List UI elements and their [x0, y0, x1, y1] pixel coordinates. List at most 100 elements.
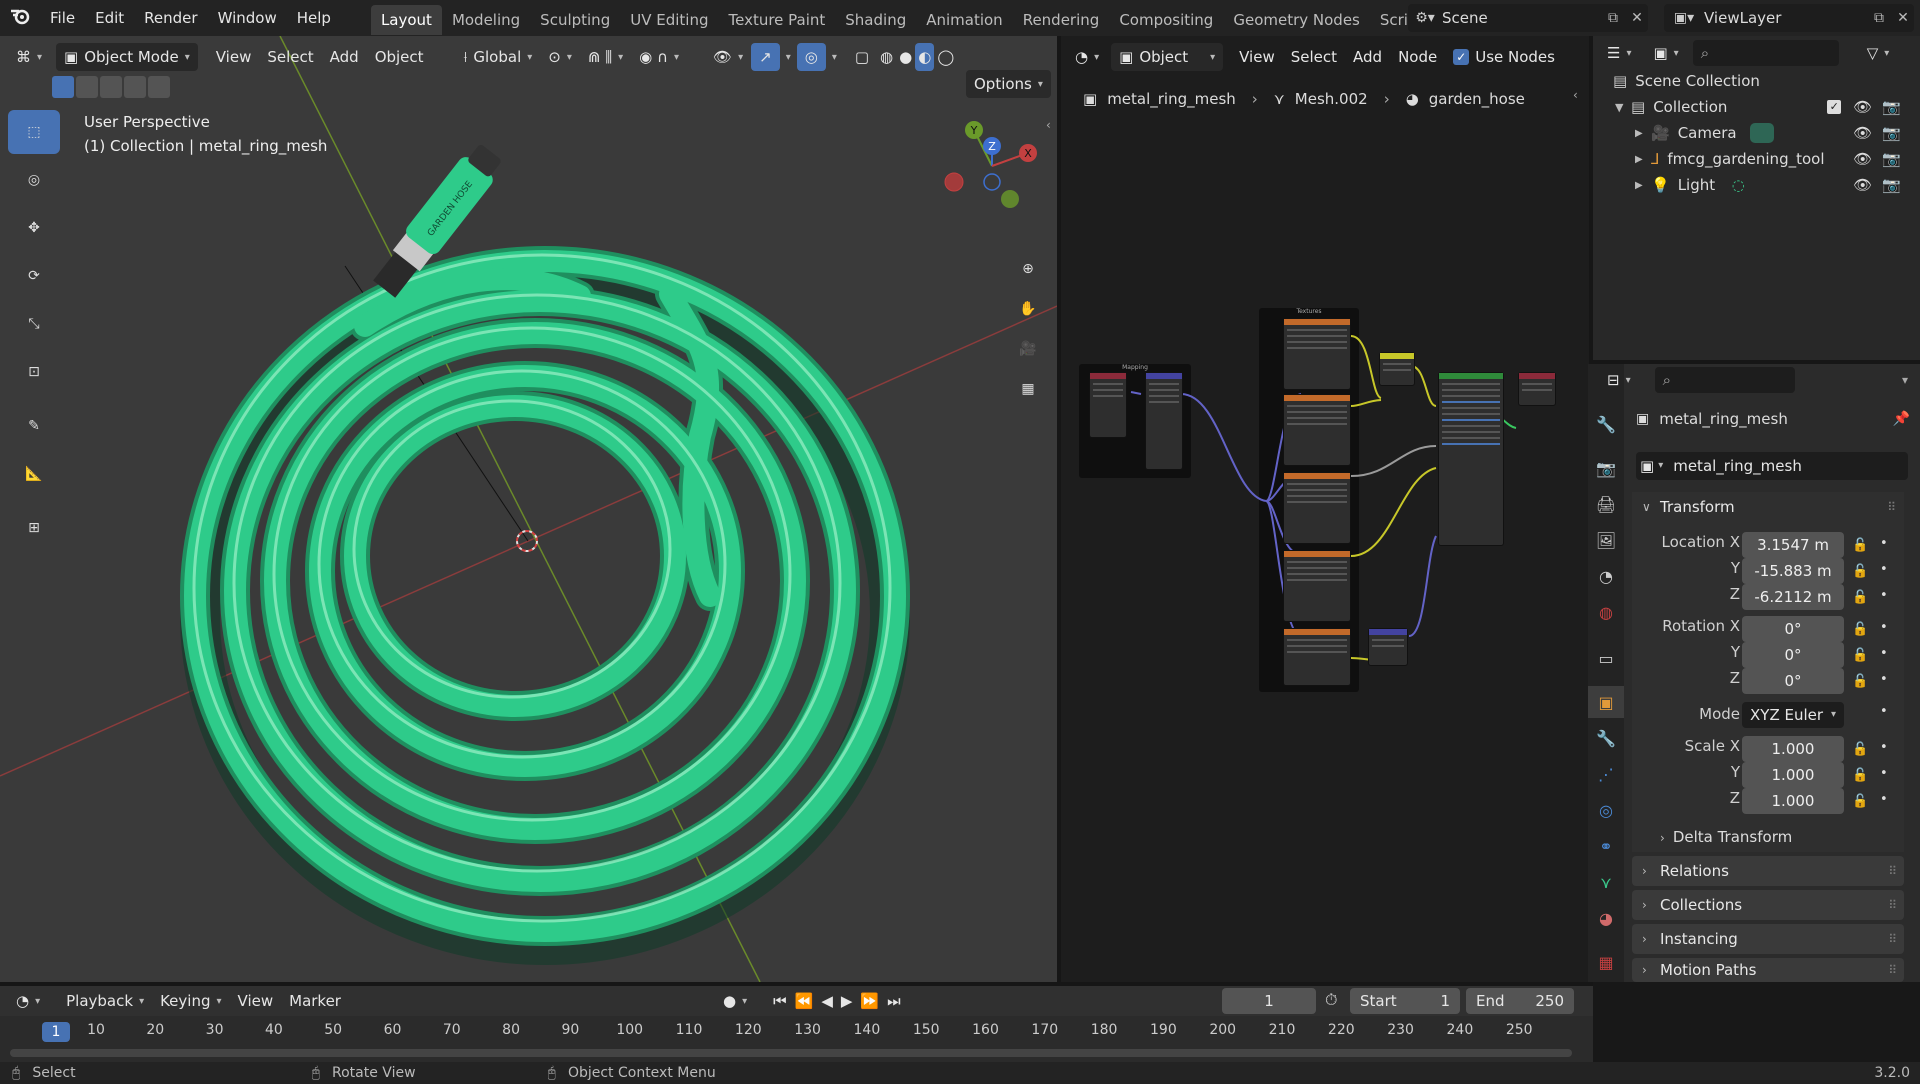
next-keyframe-icon[interactable]: ⏩	[856, 987, 883, 1015]
scale-y-field[interactable]: 1.000	[1742, 762, 1844, 788]
shading-wireframe-icon[interactable]: ◍	[877, 43, 896, 71]
annotate-tool-icon[interactable]: ✎	[8, 404, 60, 448]
expand-closed-icon[interactable]: ▶	[1635, 154, 1651, 165]
tab-shading[interactable]: Shading	[835, 5, 916, 35]
proportional-edit-icon[interactable]: ◉ ∩ ▾	[631, 43, 687, 71]
cursor-tool-icon[interactable]: ◎	[8, 158, 60, 202]
menu-help[interactable]: Help	[287, 0, 341, 36]
properties-editor-type-icon[interactable]: ⊟ ▾	[1599, 366, 1639, 394]
visibility-icon[interactable]: 👁 ▾	[705, 43, 751, 71]
tab-uv-editing[interactable]: UV Editing	[620, 5, 718, 35]
particles-tab-icon[interactable]: ⋰	[1588, 758, 1624, 790]
keyframe-dot-icon[interactable]: •	[1880, 740, 1888, 755]
jump-end-icon[interactable]: ⏭	[883, 987, 905, 1015]
close-view-layer-icon[interactable]: ✕	[1892, 10, 1914, 26]
select-box-tool-icon[interactable]: ⬚	[8, 110, 60, 154]
viewport-menu-add[interactable]: Add	[322, 43, 367, 71]
world-tab-icon[interactable]: ◍	[1588, 596, 1624, 628]
outliner-collection[interactable]: ▼ ▤ Collection ✓ 👁 📷	[1593, 94, 1913, 120]
drag-grip-icon[interactable]: ⠿	[1888, 890, 1897, 920]
sidebar-toggle-icon[interactable]: ‹	[1046, 118, 1051, 132]
tab-texture-paint[interactable]: Texture Paint	[718, 5, 835, 35]
node-mapping[interactable]	[1145, 372, 1183, 470]
selection-mode-buttons[interactable]	[52, 76, 170, 98]
tab-modeling[interactable]: Modeling	[442, 5, 530, 35]
outliner-item-light[interactable]: ▶ 💡 Light ◌ 👁 📷	[1593, 172, 1913, 198]
scale-z-field[interactable]: 1.000	[1742, 788, 1844, 814]
mode-dropdown[interactable]: ▣ Object Mode ▾	[56, 43, 198, 71]
physics-tab-icon[interactable]: ◎	[1588, 794, 1624, 826]
transform-panel-header[interactable]: ∨ Transform ⠿	[1632, 492, 1904, 522]
display-mode-icon[interactable]: ▣ ▾	[1645, 39, 1686, 67]
collections-panel-header[interactable]: › Collections ⠿	[1632, 890, 1904, 920]
scale-tool-icon[interactable]: ⤡	[8, 302, 60, 346]
transform-orientation-dropdown[interactable]: ⟊ Global ▾	[456, 43, 541, 71]
play-reverse-icon[interactable]: ◀	[817, 987, 837, 1015]
camera-render-icon[interactable]: 📷	[1882, 98, 1901, 116]
lock-icon[interactable]: 🔓	[1852, 648, 1868, 663]
menu-edit[interactable]: Edit	[85, 0, 134, 36]
camera-render-icon[interactable]: 📷	[1882, 150, 1901, 168]
add-cube-tool-icon[interactable]: ⊞	[8, 506, 60, 550]
navigation-gizmo[interactable]: Y Z X	[940, 116, 1040, 226]
properties-search-input[interactable]: ⌕	[1654, 367, 1795, 393]
snap-icon[interactable]: ⋒ ⫼ ▾	[580, 43, 631, 71]
camera-render-icon[interactable]: 📷	[1882, 176, 1901, 194]
rotate-tool-icon[interactable]: ⟳	[8, 254, 60, 298]
viewport-menu-object[interactable]: Object	[367, 43, 432, 71]
zoom-icon[interactable]: ⊕	[1010, 251, 1046, 287]
filter-icon[interactable]: ▽ ▾	[1859, 39, 1898, 67]
ortho-grid-icon[interactable]: ▦	[1010, 371, 1046, 407]
collection-tab-icon[interactable]: ▭	[1588, 642, 1624, 674]
node-image-texture-2[interactable]	[1283, 394, 1351, 466]
select-extend-icon[interactable]	[76, 76, 98, 98]
checkbox-checked-icon[interactable]: ✓	[1827, 100, 1842, 114]
motion-paths-panel-header[interactable]: › Motion Paths ⠿	[1632, 958, 1904, 982]
record-icon[interactable]: ● ▾	[715, 987, 755, 1015]
expand-closed-icon[interactable]: ▶	[1635, 180, 1651, 191]
start-frame-field[interactable]: Start 1	[1350, 988, 1460, 1014]
node-image-texture-3[interactable]	[1283, 472, 1351, 544]
lock-icon[interactable]: 🔓	[1852, 564, 1868, 579]
shading-rendered-icon[interactable]: ◯	[934, 43, 957, 71]
location-z-field[interactable]: -6.2112 m	[1742, 584, 1844, 610]
copy-view-layer-icon[interactable]: ⧉	[1866, 10, 1892, 26]
menu-window[interactable]: Window	[208, 0, 287, 36]
outliner[interactable]: ☰ ▾ ▣ ▾ ⌕ ▽ ▾ ▤ Scene Collection ▼ ▤ Collec…	[1593, 36, 1920, 360]
viewport-menu-view[interactable]: View	[208, 43, 260, 71]
timeline-menu-marker[interactable]: Marker	[281, 987, 349, 1015]
node-image-texture-1[interactable]	[1283, 318, 1351, 390]
expand-open-icon[interactable]: ▼	[1615, 101, 1631, 114]
node-image-texture-4[interactable]	[1283, 550, 1351, 622]
timeline-scrollbar[interactable]	[10, 1049, 1572, 1057]
menu-render[interactable]: Render	[134, 0, 207, 36]
lock-icon[interactable]: 🔓	[1852, 590, 1868, 605]
modifier-tab-icon[interactable]: 🔧	[1588, 722, 1624, 754]
scale-x-field[interactable]: 1.000	[1742, 736, 1844, 762]
drag-grip-icon[interactable]: ⠿	[1887, 492, 1896, 522]
relations-panel-header[interactable]: › Relations ⠿	[1632, 856, 1904, 886]
keyframe-dot-icon[interactable]: •	[1880, 672, 1888, 687]
shading-solid-icon[interactable]: ●	[896, 43, 915, 71]
instancing-panel-header[interactable]: › Instancing ⠿	[1632, 924, 1904, 954]
object-data-tab-icon[interactable]: ⋎	[1588, 866, 1624, 898]
keyframe-dot-icon[interactable]: •	[1880, 620, 1888, 635]
editor-type-dropdown[interactable]: ⌘ ▾	[8, 43, 50, 71]
keyframe-dot-icon[interactable]: •	[1880, 704, 1888, 719]
select-intersect-icon[interactable]	[148, 76, 170, 98]
tab-geometry-nodes[interactable]: Geometry Nodes	[1223, 5, 1370, 35]
lock-icon[interactable]: 🔓	[1852, 768, 1868, 783]
timeline-menu-view[interactable]: View	[230, 987, 282, 1015]
camera-render-icon[interactable]: 📷	[1882, 124, 1901, 142]
keying-menu[interactable]: Keying ▾	[152, 987, 229, 1015]
scene-tab-icon[interactable]: ◔	[1588, 560, 1624, 592]
keyframe-dot-icon[interactable]: •	[1880, 562, 1888, 577]
tab-animation[interactable]: Animation	[916, 5, 1012, 35]
play-icon[interactable]: ▶	[837, 987, 857, 1015]
location-y-field[interactable]: -15.883 m	[1742, 558, 1844, 584]
close-scene-icon[interactable]: ✕	[1626, 10, 1648, 26]
eye-icon[interactable]: 👁	[1853, 150, 1872, 168]
texture-tab-icon[interactable]: ▦	[1588, 946, 1624, 978]
keyframe-dot-icon[interactable]: •	[1880, 766, 1888, 781]
tab-rendering[interactable]: Rendering	[1013, 5, 1110, 35]
